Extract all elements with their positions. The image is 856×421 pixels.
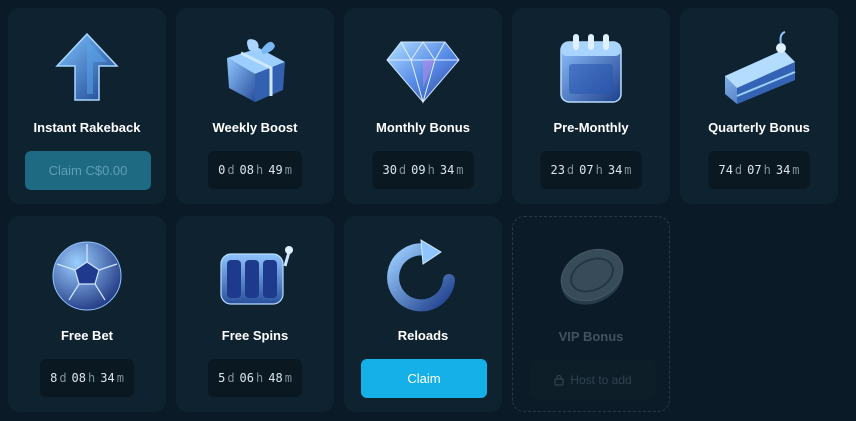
claim-rakeback-button[interactable]: Claim C$0.00 <box>25 151 151 190</box>
countdown-timer: 0d 08 h 49 m <box>208 151 302 189</box>
countdown-timer: 8d 08 h 34 m <box>40 359 134 397</box>
countdown-timer: 5d 06 h 48 m <box>208 359 302 397</box>
rewards-grid: Instant Rakeback Claim C$0.00 Weekly Boo… <box>0 0 856 421</box>
card-quarterly-bonus: Quarterly Bonus 74 d 07 h 34 m <box>680 8 838 204</box>
gift-box-icon <box>227 39 285 102</box>
slot-reels-icon <box>220 246 293 305</box>
card-instant-rakeback: Instant Rakeback Claim C$0.00 <box>8 8 166 204</box>
reload-arrow-icon <box>387 239 455 312</box>
card-pre-monthly: Pre-Monthly 23 d 07 h 34 m <box>512 8 670 204</box>
card-title: VIP Bonus <box>558 329 624 344</box>
diamond-icon <box>386 41 460 104</box>
coin-icon <box>560 248 624 305</box>
calendar-icon <box>560 34 622 103</box>
arrow-up-icon <box>55 32 119 101</box>
card-title: Pre-Monthly <box>553 120 629 135</box>
card-vip-bonus: VIP Bonus Host to add <box>512 216 670 412</box>
cake-slice-icon <box>725 31 796 104</box>
card-free-bet: Free Bet 8d 08 h 34 m <box>8 216 166 412</box>
claim-reloads-button[interactable]: Claim <box>361 359 487 398</box>
card-title: Free Spins <box>221 328 289 343</box>
card-title: Weekly Boost <box>212 120 298 135</box>
card-free-spins: Free Spins 5d 06 h 48 m <box>176 216 334 412</box>
host-to-add-button: Host to add <box>530 360 656 399</box>
card-title: Free Bet <box>60 328 114 343</box>
card-reloads: Reloads Claim <box>344 216 502 412</box>
card-weekly-boost: Weekly Boost 0d 08 h 49 m <box>176 8 334 204</box>
card-title: Quarterly Bonus <box>708 120 810 135</box>
soccer-ball-icon <box>52 241 122 311</box>
host-to-add-label: Host to add <box>570 372 632 387</box>
countdown-timer: 30 d 09 h 34 m <box>372 151 474 189</box>
card-monthly-bonus: Monthly Bonus 30 d 09 h 34 m <box>344 8 502 204</box>
countdown-timer: 74 d 07 h 34 m <box>708 151 810 189</box>
lock-icon <box>554 374 564 386</box>
card-title: Instant Rakeback <box>33 120 141 135</box>
card-title: Monthly Bonus <box>376 120 470 135</box>
countdown-timer: 23 d 07 h 34 m <box>540 151 642 189</box>
card-title: Reloads <box>397 328 449 343</box>
